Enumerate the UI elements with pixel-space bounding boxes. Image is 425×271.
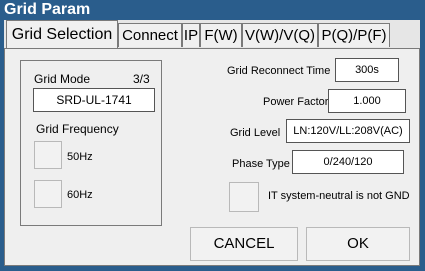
tab-connect[interactable]: Connect xyxy=(118,23,182,47)
frequency-50hz-button[interactable] xyxy=(34,141,62,169)
grid-level-label: Grid Level xyxy=(230,127,281,139)
it-system-label: IT system-neutral is not GND xyxy=(268,190,410,202)
tab-grid-selection[interactable]: Grid Selection xyxy=(6,20,118,48)
power-factor-field[interactable]: 1.000 xyxy=(328,89,406,113)
window-title: Grid Param xyxy=(4,1,91,18)
tab-ip[interactable]: IP xyxy=(182,23,200,47)
tab-vw-vq[interactable]: V(W)/V(Q) xyxy=(242,23,318,47)
grid-mode-label: Grid Mode xyxy=(34,72,91,86)
reconnect-time-label: Grid Reconnect Time xyxy=(227,65,331,77)
frequency-60hz-label: 60Hz xyxy=(67,189,93,201)
reconnect-time-field[interactable]: 300s xyxy=(335,58,399,82)
cancel-button[interactable]: CANCEL xyxy=(190,227,298,261)
tab-pq-pf[interactable]: P(Q)/P(F) xyxy=(318,23,390,47)
tab-bar: Grid Selection Connect IP F(W) V(W)/V(Q)… xyxy=(4,20,420,48)
phase-type-field[interactable]: 0/240/120 xyxy=(292,150,404,174)
grid-param-dialog: Grid Param Grid Selection Connect IP F(W… xyxy=(0,0,425,271)
frequency-60hz-button[interactable] xyxy=(34,180,62,208)
grid-mode-field[interactable]: SRD-UL-1741 xyxy=(33,88,155,112)
grid-level-field[interactable]: LN:120V/LL:208V(AC) xyxy=(286,119,410,143)
phase-type-label: Phase Type xyxy=(232,158,290,170)
it-system-checkbox[interactable] xyxy=(229,182,259,212)
power-factor-label: Power Factor xyxy=(263,96,329,108)
grid-mode-page-indicator: 3/3 xyxy=(133,72,150,86)
ok-button[interactable]: OK xyxy=(306,227,410,261)
tab-fw[interactable]: F(W) xyxy=(200,23,242,47)
frequency-50hz-label: 50Hz xyxy=(67,151,93,163)
grid-frequency-label: Grid Frequency xyxy=(36,122,119,136)
